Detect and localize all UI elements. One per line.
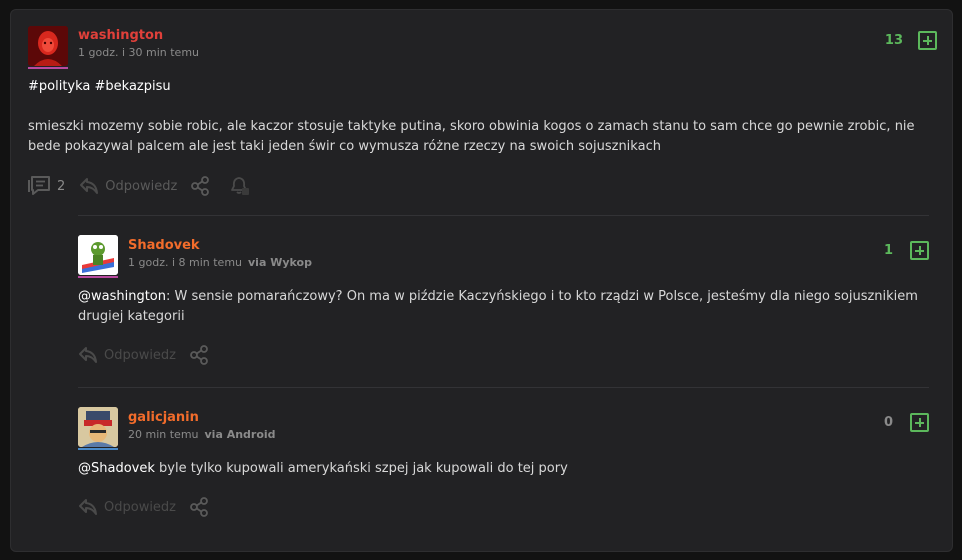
comment-timestamp: 20 min temu via Android <box>128 428 276 441</box>
time-text: 1 godz. i 30 min temu <box>78 46 200 59</box>
share-button[interactable] <box>188 496 210 518</box>
post-actions: 2 Odpowiedz <box>28 175 251 197</box>
avatar[interactable] <box>78 235 118 275</box>
vote-count: 13 <box>884 33 903 48</box>
notify-button[interactable] <box>229 175 251 197</box>
share-icon <box>188 496 210 518</box>
comment-content: @washington: W sensie pomarańczowy? On m… <box>78 287 938 327</box>
comment-content: @Shadovek byle tylko kupowali amerykańsk… <box>78 459 938 479</box>
entry-card: washington 1 godz. i 30 min temu 13 #pol… <box>10 9 953 552</box>
comments-count: 2 <box>57 178 66 194</box>
avatar[interactable] <box>78 407 118 447</box>
reply-label: Odpowiedz <box>104 347 177 363</box>
comments-icon <box>28 175 52 197</box>
divider <box>78 215 929 216</box>
post-tags[interactable]: #polityka #bekazpisu <box>28 77 171 97</box>
vote-count: 0 <box>883 415 893 430</box>
mention-link[interactable]: @Shadovek <box>78 461 155 476</box>
time-text: 20 min temu <box>128 428 199 441</box>
avatar-color-bar <box>28 67 68 69</box>
share-button[interactable] <box>188 344 210 366</box>
reply-icon <box>79 177 99 195</box>
reply-button[interactable]: Odpowiedz <box>78 498 176 516</box>
upvote-button[interactable] <box>910 241 929 260</box>
author-name[interactable]: washington <box>78 28 163 43</box>
time-text: 1 godz. i 8 min temu <box>128 256 243 269</box>
post-content: smieszki mozemy sobie robic, ale kaczor … <box>28 119 915 154</box>
upvote-button[interactable] <box>918 31 937 50</box>
comment-text: : W sensie pomarańczowy? On ma w piździe… <box>78 289 918 324</box>
share-icon <box>189 175 211 197</box>
share-icon <box>188 344 210 366</box>
mention-link[interactable]: @washington <box>78 289 166 304</box>
avatar[interactable] <box>28 26 68 66</box>
comment-text: byle tylko kupowali amerykański szpej ja… <box>154 461 568 476</box>
avatar-color-bar <box>78 448 118 450</box>
reply-icon <box>78 498 98 516</box>
avatar-color-bar <box>78 276 118 278</box>
reply-label: Odpowiedz <box>104 499 177 515</box>
post-timestamp: 1 godz. i 30 min temu <box>78 46 199 59</box>
reply-button[interactable]: Odpowiedz <box>78 346 176 364</box>
reply-label: Odpowiedz <box>105 178 178 194</box>
bell-icon <box>229 175 251 197</box>
via-source: via Wykop <box>248 256 312 269</box>
divider <box>78 387 929 388</box>
reply-button[interactable]: Odpowiedz <box>79 177 177 195</box>
upvote-button[interactable] <box>910 413 929 432</box>
comment-actions: Odpowiedz <box>78 344 210 366</box>
author-name[interactable]: galicjanin <box>128 410 199 425</box>
via-source: via Android <box>204 428 276 441</box>
comment-actions: Odpowiedz <box>78 496 210 518</box>
tags-text[interactable]: #polityka #bekazpisu <box>28 79 171 94</box>
share-button[interactable] <box>189 175 211 197</box>
comment-timestamp: 1 godz. i 8 min temu via Wykop <box>128 256 312 269</box>
author-name[interactable]: Shadovek <box>128 238 200 253</box>
reply-icon <box>78 346 98 364</box>
comments-count-button[interactable]: 2 <box>28 175 65 197</box>
vote-count: 1 <box>883 243 893 258</box>
